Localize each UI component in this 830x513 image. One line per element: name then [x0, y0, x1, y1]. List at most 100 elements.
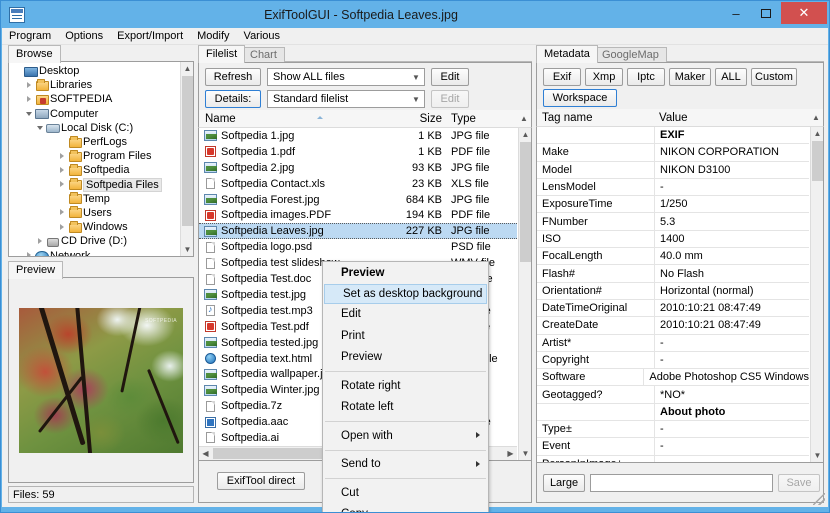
metadata-value-cell[interactable]: 1400 — [655, 233, 809, 245]
context-menu-item-cut[interactable]: Cut — [323, 482, 488, 504]
metadata-value-cell[interactable]: - — [655, 423, 809, 435]
chevron-down-icon[interactable]: ▼ — [408, 91, 424, 107]
maximize-button[interactable] — [751, 2, 781, 24]
context-menu-item-set-as-desktop-background[interactable]: Set as desktop background — [324, 284, 487, 304]
metadata-section-row[interactable]: About photo — [537, 404, 809, 421]
menu-various[interactable]: Various — [237, 29, 287, 43]
metadata-value-cell[interactable]: No Flash — [655, 268, 809, 280]
close-button[interactable]: ✕ — [781, 2, 827, 24]
expand-icon[interactable] — [24, 80, 35, 91]
column-header-name[interactable]: Name — [199, 113, 393, 125]
metadata-value-cell[interactable]: Adobe Photoshop CS5 Windows — [644, 371, 809, 383]
expand-icon[interactable] — [57, 179, 68, 190]
expand-icon[interactable] — [35, 236, 46, 247]
filelist-layout-combo[interactable]: Standard filelist ▼ — [267, 90, 425, 108]
tree-item-computer[interactable]: Computer — [9, 107, 180, 121]
save-button[interactable]: Save — [778, 474, 820, 492]
metadata-row[interactable]: MakeNIKON CORPORATION — [537, 144, 809, 161]
menu-modify[interactable]: Modify — [190, 29, 236, 43]
expand-icon[interactable] — [57, 222, 68, 233]
metadata-section-row[interactable]: EXIF — [537, 127, 809, 144]
column-header-tagname[interactable]: Tag name — [537, 112, 655, 124]
metadata-row[interactable]: CreateDate2010:10:21 08:47:49 — [537, 317, 809, 334]
context-menu-item-edit[interactable]: Edit — [323, 304, 488, 326]
tree-vertical-scrollbar[interactable]: ▲ ▼ — [180, 62, 193, 256]
metadata-value-cell[interactable]: NIKON D3100 — [655, 164, 809, 176]
metadata-row[interactable]: FocalLength40.0 mm — [537, 248, 809, 265]
tree-item-windows[interactable]: Windows — [9, 220, 180, 234]
filter-custom-button[interactable]: Custom — [751, 68, 797, 86]
tab-filelist[interactable]: Filelist — [198, 45, 245, 63]
tree-item-softpedia[interactable]: Softpedia — [9, 163, 180, 177]
scroll-left-icon[interactable]: ◀ — [199, 447, 212, 460]
expand-icon[interactable] — [57, 207, 68, 218]
tree-item-perflogs[interactable]: PerfLogs — [9, 135, 180, 149]
metadata-edit-input[interactable] — [590, 474, 773, 492]
context-menu-item-copy[interactable]: Copy — [323, 504, 488, 513]
scroll-down-icon[interactable]: ▼ — [181, 243, 194, 256]
metadata-row[interactable]: ExposureTime1/250 — [537, 196, 809, 213]
scroll-up-icon[interactable]: ▲ — [519, 128, 532, 141]
metadata-row[interactable]: ModelNIKON D3100 — [537, 162, 809, 179]
resize-grip[interactable] — [813, 493, 825, 505]
filter-all-button[interactable]: ALL — [715, 68, 747, 86]
file-context-menu[interactable]: PreviewSet as desktop backgroundEditPrin… — [322, 261, 489, 513]
file-row[interactable]: Softpedia 1.jpg1 KBJPG file — [199, 128, 517, 144]
preview-size-button[interactable]: Large — [543, 474, 585, 492]
context-menu-item-rotate-left[interactable]: Rotate left — [323, 397, 488, 419]
column-header-size[interactable]: Size — [393, 113, 449, 125]
file-row[interactable]: Softpedia Contact.xls23 KBXLS file — [199, 176, 517, 192]
context-menu-item-rotate-right[interactable]: Rotate right — [323, 375, 488, 397]
collapse-icon[interactable] — [35, 122, 46, 133]
chevron-down-icon[interactable]: ▼ — [408, 69, 424, 85]
scroll-right-icon[interactable]: ▶ — [504, 447, 517, 460]
metadata-value-cell[interactable]: EXIF — [655, 129, 809, 141]
metadata-value-cell[interactable]: About photo — [655, 406, 809, 418]
file-row[interactable]: Softpedia Leaves.jpg227 KBJPG file — [199, 223, 517, 239]
tab-chart[interactable]: Chart — [242, 47, 285, 63]
context-menu-item-preview[interactable]: Preview — [323, 347, 488, 369]
scroll-thumb[interactable] — [520, 142, 531, 262]
file-filter-combo[interactable]: Show ALL files ▼ — [267, 68, 425, 86]
scroll-down-icon[interactable]: ▼ — [519, 447, 532, 460]
metadata-row[interactable]: Orientation#Horizontal (normal) — [537, 283, 809, 300]
metadata-value-cell[interactable]: - — [655, 337, 809, 349]
metadata-value-cell[interactable]: NIKON CORPORATION — [655, 146, 809, 158]
metadata-rows-container[interactable]: EXIF MakeNIKON CORPORATIONModelNIKON D310… — [537, 127, 809, 462]
metadata-row[interactable]: Flash#No Flash — [537, 265, 809, 282]
scroll-thumb[interactable] — [182, 76, 193, 226]
preview-image[interactable]: SOFTPEDIA — [19, 308, 183, 453]
tree-item-temp[interactable]: Temp — [9, 192, 180, 206]
metadata-value-cell[interactable]: 2010:10:21 08:47:49 — [655, 319, 809, 331]
tree-item-local-disk-c[interactable]: Local Disk (C:) — [9, 121, 180, 135]
metadata-value-cell[interactable]: - — [655, 181, 809, 193]
collapse-icon[interactable] — [24, 108, 35, 119]
scroll-up-icon[interactable]: ▲ — [181, 62, 194, 75]
tab-browse[interactable]: Browse — [8, 45, 61, 63]
expand-icon[interactable] — [24, 250, 35, 256]
metadata-value-cell[interactable]: 1/250 — [655, 198, 809, 210]
exiftool-direct-button[interactable]: ExifTool direct — [217, 472, 305, 490]
header-scroll-arrow-icon[interactable]: ▲ — [809, 113, 823, 122]
filter-iptc-button[interactable]: Iptc — [627, 68, 665, 86]
file-row[interactable]: Softpedia 2.jpg93 KBJPG file — [199, 160, 517, 176]
metadata-value-cell[interactable]: - — [655, 440, 809, 452]
tab-metadata[interactable]: Metadata — [536, 45, 598, 63]
folder-tree[interactable]: DesktopLibrariesSOFTPEDIAComputerLocal D… — [9, 64, 180, 256]
filter-maker-button[interactable]: Maker — [669, 68, 711, 86]
menu-options[interactable]: Options — [58, 29, 110, 43]
file-row[interactable]: Softpedia logo.psdPSD file — [199, 239, 517, 255]
expand-icon[interactable] — [57, 165, 68, 176]
menu-program[interactable]: Program — [2, 29, 58, 43]
filter-xmp-button[interactable]: Xmp — [585, 68, 623, 86]
layout-edit-button[interactable]: Edit — [431, 90, 469, 108]
metadata-row[interactable]: Artist*- — [537, 335, 809, 352]
metadata-row[interactable]: ISO1400 — [537, 231, 809, 248]
context-menu-item-preview[interactable]: Preview — [323, 262, 488, 284]
metadata-row[interactable]: Geotagged?*NO* — [537, 386, 809, 403]
tree-item-desktop[interactable]: Desktop — [9, 64, 180, 78]
tree-item-softpedia-files[interactable]: Softpedia Files — [9, 178, 180, 192]
tree-item-program-files[interactable]: Program Files — [9, 149, 180, 163]
file-row[interactable]: Softpedia Forest.jpg684 KBJPG file — [199, 192, 517, 208]
metadata-value-cell[interactable]: - — [655, 354, 809, 366]
